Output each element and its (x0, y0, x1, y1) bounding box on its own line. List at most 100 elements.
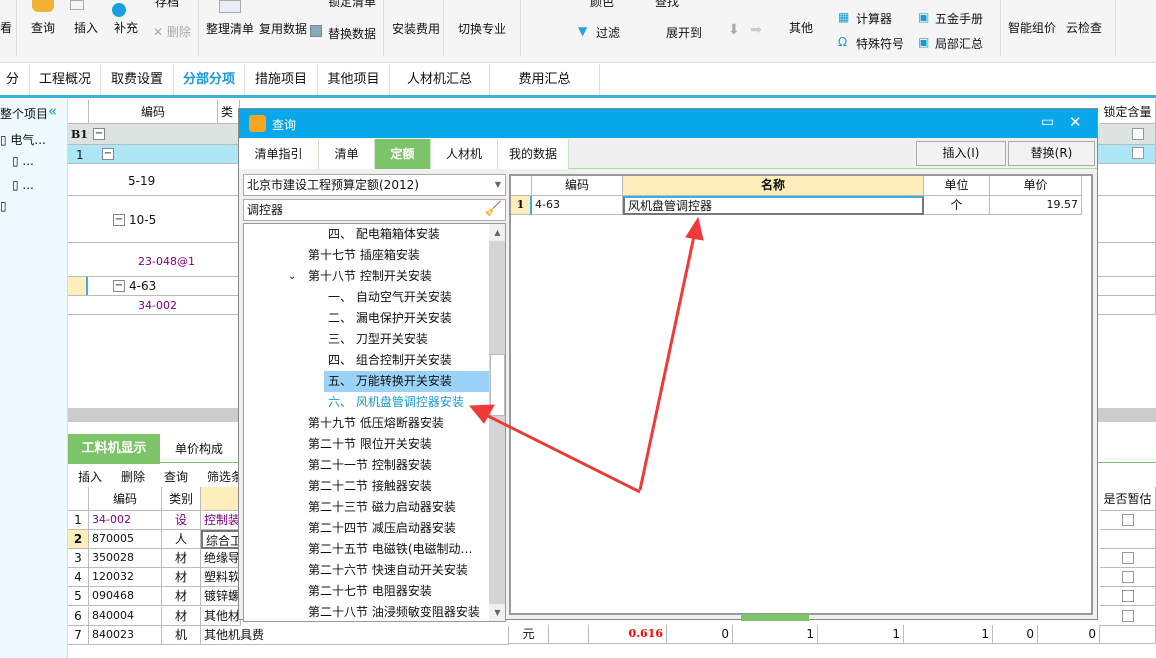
splitter-handle[interactable] (741, 614, 809, 621)
ribbon-supplement[interactable]: 补充 (114, 19, 138, 36)
quota-library-select[interactable]: 北京市建设工程预算定额(2012) ▼ (243, 174, 506, 196)
tree-scrollbar[interactable]: ▲ ▼ (489, 224, 505, 621)
row-num[interactable]: 5 (68, 587, 89, 607)
row-num[interactable]: 3 (68, 549, 89, 569)
tree-node[interactable]: 三、 刀型开关安装 (244, 329, 489, 350)
row-name[interactable]: 综合工 (201, 530, 241, 550)
row-code[interactable]: 840023 (89, 625, 162, 645)
row-category[interactable]: 人 (162, 530, 201, 550)
dialog-tab-list-guide[interactable]: 清单指引 (239, 139, 319, 169)
tab-sub-items[interactable]: 分部分项 (174, 64, 245, 95)
row-code[interactable]: 34-002 (89, 511, 162, 530)
row-code[interactable]: 090468 (89, 587, 162, 607)
collapse-icon[interactable]: « (48, 102, 57, 120)
ribbon-archive[interactable]: 存档 (155, 0, 179, 10)
tab-analysis[interactable]: 分析 (0, 64, 30, 118)
tree-node[interactable]: 四、 组合控制开关安装 (244, 350, 489, 371)
tree-node[interactable]: 第二十三节 磁力启动器安装 (244, 497, 489, 518)
row-category[interactable]: 设 (162, 511, 201, 530)
dialog-tab-labor-material[interactable]: 人材机 (431, 139, 498, 169)
ribbon-install-cost[interactable]: 安装费用 (392, 20, 440, 37)
bottom-query-button[interactable]: 查询 (164, 468, 188, 485)
tree-node[interactable]: 四、 配电箱箱体安装 (244, 224, 489, 245)
ribbon-color[interactable]: 颜色 (590, 0, 614, 10)
lock-checkbox[interactable] (1132, 128, 1144, 143)
replace-button[interactable]: 替换(R) (1008, 141, 1095, 166)
tree-item[interactable]: ▯ ... (12, 178, 34, 192)
broom-icon[interactable]: 🧹 (485, 199, 502, 219)
ribbon-expand-to[interactable]: 展开到 (666, 24, 702, 41)
dialog-tab-list[interactable]: 清单 (319, 139, 375, 169)
row-code[interactable]: 840004 (89, 606, 162, 626)
maximize-icon[interactable]: ▭ (1041, 114, 1054, 130)
tab-other-items[interactable]: 其他项目 (318, 64, 390, 95)
row-num[interactable]: 4 (68, 568, 89, 588)
scroll-thumb[interactable] (490, 354, 505, 416)
provisional-checkbox[interactable] (1100, 511, 1156, 530)
search-input[interactable]: 调控器 🧹 (243, 199, 506, 221)
arrow-right-icon[interactable]: ➡ (750, 22, 762, 38)
lock-checkbox[interactable] (1132, 147, 1144, 162)
tab-cost-summary[interactable]: 费用汇总 (490, 64, 600, 95)
row-name[interactable]: 其他机具费 (201, 625, 509, 645)
bottom-insert-button[interactable]: 插入 (78, 468, 102, 485)
tree-node[interactable]: 第二十七节 电阻器安装 (244, 581, 489, 602)
row-code[interactable]: 350028 (89, 549, 162, 569)
provisional-checkbox[interactable] (1100, 530, 1156, 550)
tab-project-overview[interactable]: 工程概况 (30, 64, 101, 95)
tree-node[interactable]: 五、 万能转换开关安装 (324, 371, 489, 392)
ribbon-hardware-manual[interactable]: 五金手册 (935, 10, 983, 27)
row-num[interactable]: 7 (68, 625, 89, 645)
row-name[interactable]: 控制装 (201, 511, 241, 530)
row-category[interactable]: 材 (162, 568, 201, 588)
insert-button[interactable]: 插入(I) (916, 141, 1006, 166)
ribbon-filter[interactable]: 过滤 (596, 24, 620, 41)
tree-node[interactable]: 第二十四节 减压启动器安装 (244, 518, 489, 539)
ribbon-lock-list[interactable]: 锁定清单 (328, 0, 376, 10)
project-root[interactable]: 整个项目 (0, 105, 48, 122)
arrow-down-icon[interactable]: ⬇ (728, 22, 740, 38)
row-category[interactable]: 材 (162, 549, 201, 569)
ribbon-replace-data[interactable]: 替换数据 (328, 25, 376, 42)
ribbon-calculator[interactable]: 计算器 (856, 10, 892, 27)
tree-node[interactable]: 二、 漏电保护开关安装 (244, 308, 489, 329)
tab-unit-price[interactable]: 单价构成 (160, 434, 238, 464)
provisional-checkbox[interactable] (1100, 568, 1156, 588)
scroll-up-icon[interactable]: ▲ (489, 224, 505, 241)
row-category[interactable]: 材 (162, 587, 201, 607)
result-unit[interactable]: 个 (924, 196, 990, 215)
provisional-checkbox[interactable] (1100, 606, 1156, 626)
provisional-checkbox[interactable] (1100, 549, 1156, 569)
ribbon-smart-pricing[interactable]: 智能组价 (1008, 19, 1056, 36)
result-name[interactable]: 风机盘管调控器 (623, 196, 924, 215)
tree-node[interactable]: 第十九节 低压熔断器安装 (244, 413, 489, 434)
row-code[interactable]: 120032 (89, 568, 162, 588)
tree-node[interactable]: 一、 自动空气开关安装 (244, 287, 489, 308)
collapse-toggle[interactable]: − (102, 148, 114, 160)
tree-node[interactable]: 六、 风机盘管调控器安装 (244, 392, 489, 413)
tab-measures[interactable]: 措施项目 (245, 64, 318, 95)
row-num[interactable]: 6 (68, 606, 89, 626)
ribbon-query[interactable]: 查询 (31, 19, 55, 36)
tree-node[interactable]: 第二十六节 快速自动开关安装 (244, 560, 489, 581)
tree-item[interactable]: ▯ 电气... (0, 131, 46, 148)
tree-node[interactable]: 第二十八节 油浸频敏变阻器安装 (244, 602, 489, 621)
ribbon-switch-major[interactable]: 切换专业 (458, 20, 506, 37)
ribbon-cloud-check[interactable]: 云检查 (1066, 19, 1102, 36)
scroll-down-icon[interactable]: ▼ (489, 604, 505, 621)
ribbon-partial-summary[interactable]: 局部汇总 (935, 35, 983, 52)
row-code[interactable]: 870005 (89, 530, 162, 550)
provisional-checkbox[interactable] (1100, 587, 1156, 607)
ribbon-find[interactable]: 查找 (655, 0, 679, 10)
dialog-tab-my-data[interactable]: 我的数据 (498, 139, 569, 169)
tree-node[interactable]: 第二十五节 电磁铁(电磁制动… (244, 539, 489, 560)
tree-node[interactable]: 第二十二节 接触器安装 (244, 476, 489, 497)
tree-item[interactable]: ▯ ... (12, 154, 34, 168)
row-num[interactable]: 2 (68, 530, 89, 550)
close-icon[interactable]: ✕ (1069, 113, 1082, 131)
ribbon-special-symbol[interactable]: 特殊符号 (856, 35, 904, 52)
tree-node[interactable]: 第二十节 限位开关安装 (244, 434, 489, 455)
tab-labor-material-display[interactable]: 工料机显示 (68, 434, 160, 464)
dialog-titlebar[interactable]: 查询 ▭ ✕ (239, 109, 1097, 138)
result-price[interactable]: 19.57 (990, 196, 1082, 215)
